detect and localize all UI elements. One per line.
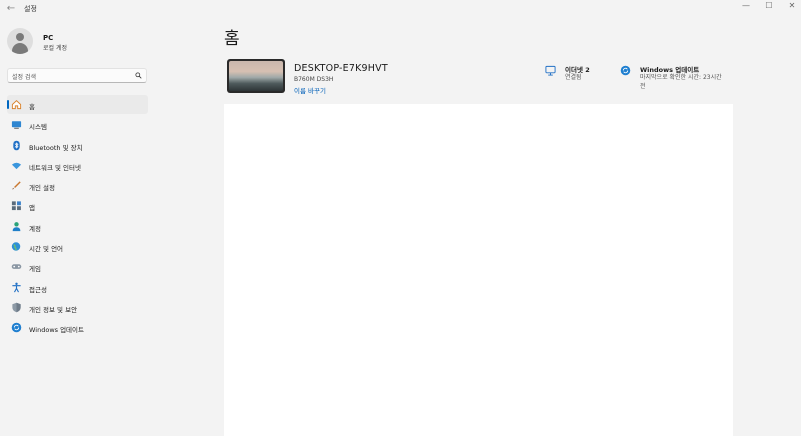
sidebar-item-label: 홈 xyxy=(29,103,35,111)
sidebar-item-label: 앱 xyxy=(29,204,35,213)
windows-update-status[interactable]: Windows 업데이트 마지막으로 확인한 시간: 23시간 전 xyxy=(620,64,730,94)
avatar xyxy=(7,28,33,54)
sidebar-item-label: 계정 xyxy=(29,224,41,233)
windows-update-status-line1: 마지막으로 확인한 시간: 23시간 xyxy=(640,74,722,81)
maximize-button[interactable]: ☐ xyxy=(758,0,780,14)
sidebar-item-gaming[interactable]: 게임 xyxy=(7,257,148,276)
device-thumbnail xyxy=(227,59,285,93)
sidebar-item-time-language[interactable]: 시간 및 언어 xyxy=(7,237,148,256)
bluetooth-icon xyxy=(13,140,20,150)
gamepad-icon xyxy=(11,264,22,270)
sidebar-item-privacy-security[interactable]: 개인 정보 및 보안 xyxy=(7,298,148,317)
back-arrow-icon: ← xyxy=(6,3,16,14)
monitor-icon xyxy=(11,121,22,130)
wifi-icon xyxy=(11,162,22,170)
minimize-button[interactable]: — xyxy=(735,0,757,14)
sidebar-item-label: Windows 업데이트 xyxy=(29,326,85,335)
sidebar-item-label: 개인 설정 xyxy=(29,184,55,193)
shield-icon xyxy=(12,302,21,313)
apps-icon xyxy=(11,201,21,211)
device-model: B760M DS3H xyxy=(294,76,334,83)
ethernet-status-text: 연결됨 xyxy=(565,74,582,81)
sidebar-item-personalization[interactable]: 개인 설정 xyxy=(7,176,148,195)
brush-icon xyxy=(12,181,21,190)
sidebar-item-home[interactable]: 홈 xyxy=(7,95,148,114)
sidebar-item-apps[interactable]: 앱 xyxy=(7,196,148,215)
rename-link[interactable]: 이름 바꾸기 xyxy=(294,85,326,95)
windows-update-status-line2: 전 xyxy=(640,83,646,90)
title-bar: ← 설정 — ☐ ✕ xyxy=(0,0,801,18)
content-panel xyxy=(224,104,733,436)
close-button[interactable]: ✕ xyxy=(781,0,801,14)
accessibility-icon xyxy=(12,282,21,293)
device-name: DESKTOP-E7K9HVT xyxy=(294,63,388,74)
sidebar-item-label: 접근성 xyxy=(29,285,47,294)
sidebar-item-label: 시스템 xyxy=(29,123,47,132)
person-icon xyxy=(12,221,21,231)
app-title: 설정 xyxy=(24,5,37,13)
profile-name: PC xyxy=(43,34,54,42)
minimize-icon: — xyxy=(742,1,750,10)
home-icon xyxy=(11,100,22,110)
sidebar-item-label: 시간 및 언어 xyxy=(29,245,64,254)
close-icon: ✕ xyxy=(788,1,796,10)
search-icon xyxy=(135,72,142,79)
page-title: 홈 xyxy=(224,29,240,49)
update-icon xyxy=(11,322,22,333)
sidebar-item-label: 네트워크 및 인터넷 xyxy=(29,163,81,172)
update-icon xyxy=(620,65,631,76)
sidebar-item-label: Bluetooth 및 장치 xyxy=(29,143,83,152)
sidebar-item-network[interactable]: 네트워크 및 인터넷 xyxy=(7,156,148,175)
sidebar-item-bluetooth[interactable]: Bluetooth 및 장치 xyxy=(7,136,148,155)
sidebar-item-label: 개인 정보 및 보안 xyxy=(29,305,78,314)
sidebar-item-accessibility[interactable]: 접근성 xyxy=(7,278,148,297)
sidebar-item-label: 게임 xyxy=(29,265,41,274)
windows-update-status-text: 마지막으로 확인한 시간: 23시간 전 xyxy=(640,73,722,91)
sidebar-nav: 홈 시스템 Bluetooth 및 장치 네트워크 및 인터넷 개인 설정 앱 … xyxy=(7,95,148,339)
device-info-card: DESKTOP-E7K9HVT B760M DS3H 이름 바꾸기 이더넷 2 … xyxy=(224,55,733,101)
maximize-icon: ☐ xyxy=(765,1,773,10)
ethernet-status[interactable]: 이더넷 2 연결됨 xyxy=(545,64,605,94)
sidebar-item-system[interactable]: 시스템 xyxy=(7,115,148,134)
user-profile[interactable]: PC 로컬 계정 xyxy=(7,28,157,54)
search-input[interactable]: 설정 검색 xyxy=(7,68,147,83)
ethernet-icon xyxy=(545,65,556,76)
profile-account-type: 로컬 계정 xyxy=(43,45,67,52)
back-button[interactable]: ← xyxy=(4,2,18,16)
settings-window: ← 설정 — ☐ ✕ PC 로컬 계정 설정 검색 홈 시스템 Bluetoot… xyxy=(0,0,801,436)
search-placeholder: 설정 검색 xyxy=(12,74,36,81)
globe-clock-icon xyxy=(11,242,21,251)
sidebar-item-accounts[interactable]: 계정 xyxy=(7,217,148,236)
sidebar-item-windows-update[interactable]: Windows 업데이트 xyxy=(7,318,148,337)
